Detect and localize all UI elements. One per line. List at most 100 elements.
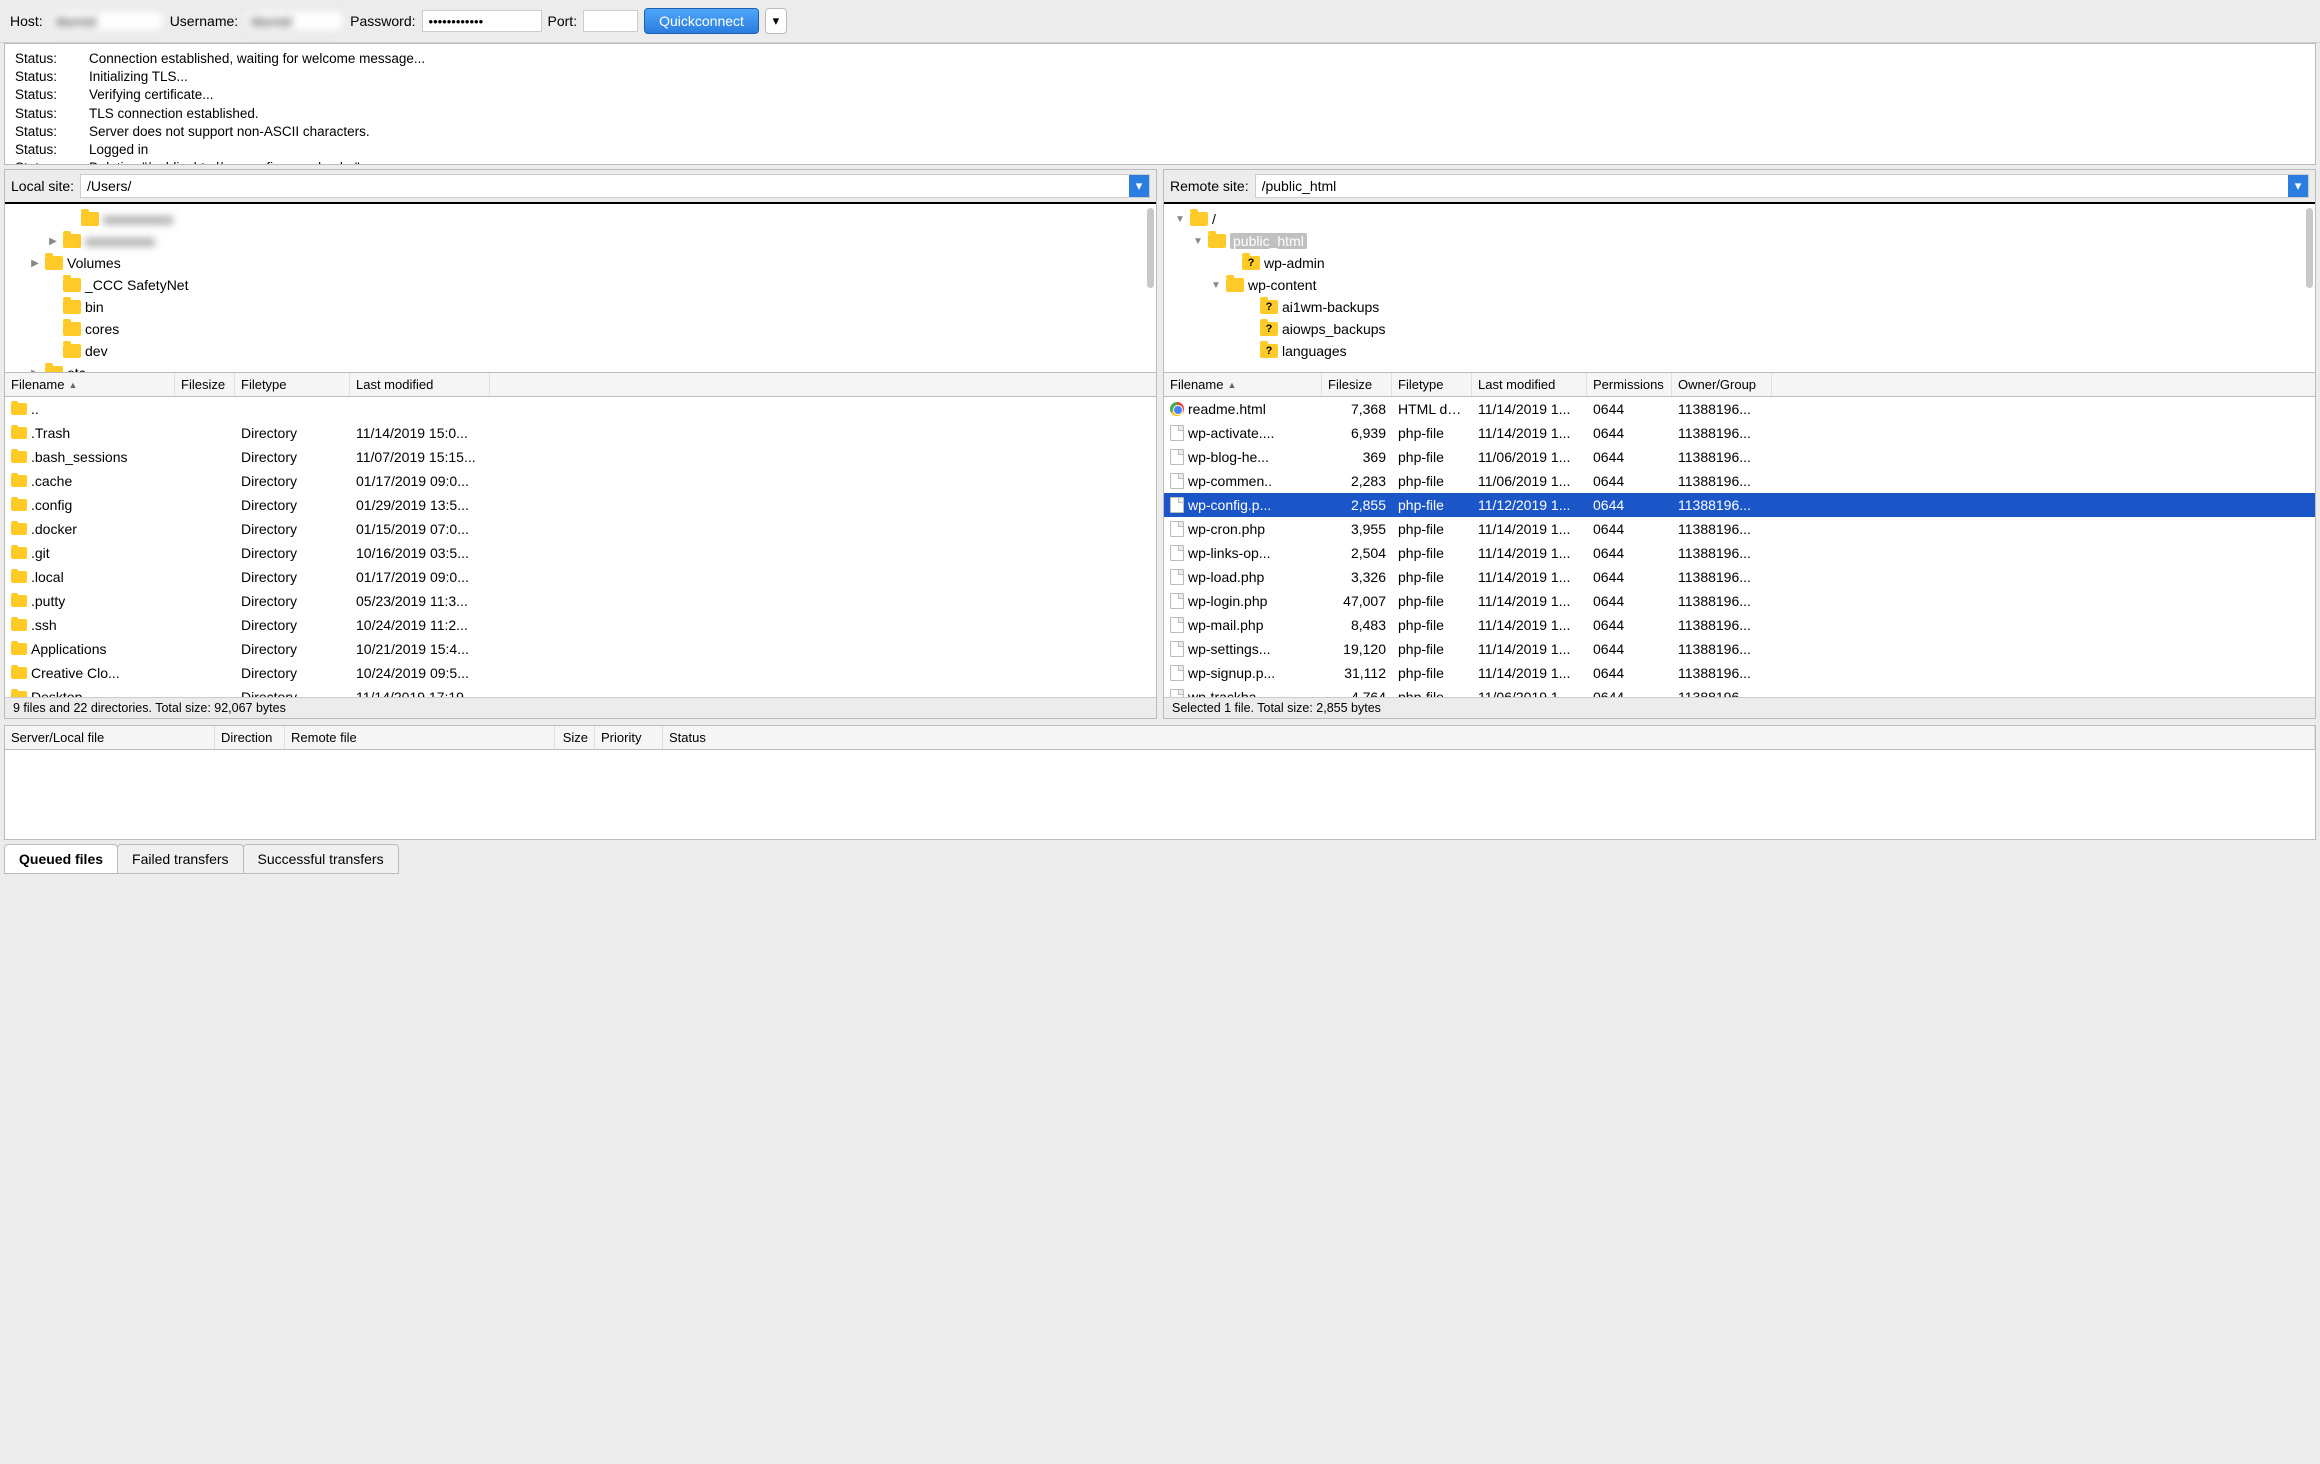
list-item[interactable]: wp-trackba...4,764php-file11/06/2019 1..…: [1164, 685, 2315, 697]
remote-path-input[interactable]: [1256, 175, 2288, 197]
list-item[interactable]: wp-blog-he...369php-file11/06/2019 1...0…: [1164, 445, 2315, 469]
list-item[interactable]: wp-signup.p...31,112php-file11/14/2019 1…: [1164, 661, 2315, 685]
disclosure-triangle-icon[interactable]: ▶: [29, 257, 41, 269]
quickconnect-dropdown[interactable]: ▾: [765, 8, 787, 34]
tree-item[interactable]: bin: [5, 296, 1156, 318]
tree-item[interactable]: ▼public_html: [1164, 230, 2315, 252]
disclosure-triangle-icon[interactable]: ▼: [1210, 279, 1222, 291]
list-item[interactable]: wp-links-op...2,504php-file11/14/2019 1.…: [1164, 541, 2315, 565]
disclosure-triangle-icon[interactable]: [1244, 301, 1256, 313]
tree-item[interactable]: ?languages: [1164, 340, 2315, 362]
queue-header-server[interactable]: Server/Local file: [5, 726, 215, 749]
list-item[interactable]: wp-login.php47,007php-file11/14/2019 1..…: [1164, 589, 2315, 613]
remote-header-permissions[interactable]: Permissions: [1587, 373, 1672, 396]
file-type: php-file: [1392, 591, 1472, 611]
local-header-filetype[interactable]: Filetype: [235, 373, 350, 396]
list-item[interactable]: ApplicationsDirectory10/21/2019 15:4...: [5, 637, 1156, 661]
disclosure-triangle-icon[interactable]: ▶: [47, 235, 59, 247]
local-tree[interactable]: xxxxxxxxxx▶xxxxxxxxxx▶Volumes_CCC Safety…: [5, 204, 1156, 372]
local-path-input[interactable]: [81, 175, 1129, 197]
local-header-filesize[interactable]: Filesize: [175, 373, 235, 396]
list-item[interactable]: wp-cron.php3,955php-file11/14/2019 1...0…: [1164, 517, 2315, 541]
local-header-filename[interactable]: Filename▲: [5, 373, 175, 396]
list-item[interactable]: .TrashDirectory11/14/2019 15:0...: [5, 421, 1156, 445]
queue-header-direction[interactable]: Direction: [215, 726, 285, 749]
local-path-dropdown[interactable]: ▾: [1129, 175, 1149, 197]
list-item[interactable]: .puttyDirectory05/23/2019 11:3...: [5, 589, 1156, 613]
remote-header-filename[interactable]: Filename▲: [1164, 373, 1322, 396]
remote-path-dropdown[interactable]: ▾: [2288, 175, 2308, 197]
disclosure-triangle-icon[interactable]: ▶: [29, 367, 41, 372]
tree-item[interactable]: dev: [5, 340, 1156, 362]
queue-header-size[interactable]: Size: [555, 726, 595, 749]
tab-failed-transfers[interactable]: Failed transfers: [117, 844, 243, 874]
list-item[interactable]: .cacheDirectory01/17/2019 09:0...: [5, 469, 1156, 493]
disclosure-triangle-icon[interactable]: [65, 213, 77, 225]
tree-item[interactable]: _CCC SafetyNet: [5, 274, 1156, 296]
remote-header-filetype[interactable]: Filetype: [1392, 373, 1472, 396]
tree-item[interactable]: ?ai1wm-backups: [1164, 296, 2315, 318]
disclosure-triangle-icon[interactable]: [1244, 323, 1256, 335]
disclosure-triangle-icon[interactable]: ▼: [1192, 235, 1204, 247]
tree-item[interactable]: cores: [5, 318, 1156, 340]
file-icon: [1170, 545, 1184, 561]
file-permissions: 0644: [1587, 615, 1672, 635]
folder-icon: [45, 366, 63, 372]
file-icon: [1170, 569, 1184, 585]
queue-header-status[interactable]: Status: [663, 726, 2315, 749]
list-item[interactable]: .sshDirectory10/24/2019 11:2...: [5, 613, 1156, 637]
list-item[interactable]: wp-settings...19,120php-file11/14/2019 1…: [1164, 637, 2315, 661]
list-item[interactable]: wp-mail.php8,483php-file11/14/2019 1...0…: [1164, 613, 2315, 637]
tree-item[interactable]: xxxxxxxxxx: [5, 208, 1156, 230]
tab-queued-files[interactable]: Queued files: [4, 844, 118, 874]
disclosure-triangle-icon[interactable]: [47, 323, 59, 335]
list-item[interactable]: readme.html7,368HTML do...11/14/2019 1..…: [1164, 397, 2315, 421]
tree-item[interactable]: ▶etc: [5, 362, 1156, 372]
list-item[interactable]: ..: [5, 397, 1156, 421]
disclosure-triangle-icon[interactable]: [47, 345, 59, 357]
remote-header-owner[interactable]: Owner/Group: [1672, 373, 1772, 396]
remote-tree[interactable]: ▼/▼public_html?wp-admin▼wp-content?ai1wm…: [1164, 204, 2315, 372]
file-owner: 11388196...: [1672, 615, 1772, 635]
list-item[interactable]: wp-config.p...2,855php-file11/12/2019 1.…: [1164, 493, 2315, 517]
tab-successful-transfers[interactable]: Successful transfers: [243, 844, 399, 874]
list-item[interactable]: .dockerDirectory01/15/2019 07:0...: [5, 517, 1156, 541]
disclosure-triangle-icon[interactable]: [1244, 345, 1256, 357]
tree-item[interactable]: ▼/: [1164, 208, 2315, 230]
quickconnect-button[interactable]: Quickconnect: [644, 8, 759, 34]
tree-item[interactable]: ?aiowps_backups: [1164, 318, 2315, 340]
list-item[interactable]: Creative Clo...Directory10/24/2019 09:5.…: [5, 661, 1156, 685]
password-input[interactable]: [422, 10, 542, 32]
queue-header-priority[interactable]: Priority: [595, 726, 663, 749]
disclosure-triangle-icon[interactable]: [1226, 257, 1238, 269]
list-item[interactable]: .configDirectory01/29/2019 13:5...: [5, 493, 1156, 517]
list-item[interactable]: DesktopDirectory11/14/2019 17:19...: [5, 685, 1156, 697]
scrollbar[interactable]: [2306, 208, 2313, 288]
tree-item[interactable]: ▼wp-content: [1164, 274, 2315, 296]
tree-item[interactable]: ?wp-admin: [1164, 252, 2315, 274]
list-item[interactable]: .localDirectory01/17/2019 09:0...: [5, 565, 1156, 589]
local-site-label: Local site:: [11, 178, 74, 194]
list-item[interactable]: wp-commen..2,283php-file11/06/2019 1...0…: [1164, 469, 2315, 493]
file-size: [175, 599, 235, 603]
tree-item[interactable]: ▶xxxxxxxxxx: [5, 230, 1156, 252]
list-item[interactable]: .bash_sessionsDirectory11/07/2019 15:15.…: [5, 445, 1156, 469]
tree-item[interactable]: ▶Volumes: [5, 252, 1156, 274]
host-input[interactable]: [49, 10, 164, 32]
queue-header-remote[interactable]: Remote file: [285, 726, 555, 749]
port-input[interactable]: [583, 10, 638, 32]
scrollbar[interactable]: [1147, 208, 1154, 288]
list-item[interactable]: wp-load.php3,326php-file11/14/2019 1...0…: [1164, 565, 2315, 589]
queue-list[interactable]: [4, 750, 2316, 840]
disclosure-triangle-icon[interactable]: [47, 301, 59, 313]
remote-header-filesize[interactable]: Filesize: [1322, 373, 1392, 396]
remote-header-modified[interactable]: Last modified: [1472, 373, 1587, 396]
username-input[interactable]: [244, 10, 344, 32]
local-file-list[interactable]: ...TrashDirectory11/14/2019 15:0....bash…: [5, 397, 1156, 697]
list-item[interactable]: wp-activate....6,939php-file11/14/2019 1…: [1164, 421, 2315, 445]
remote-file-list[interactable]: readme.html7,368HTML do...11/14/2019 1..…: [1164, 397, 2315, 697]
local-header-modified[interactable]: Last modified: [350, 373, 490, 396]
disclosure-triangle-icon[interactable]: ▼: [1174, 213, 1186, 225]
disclosure-triangle-icon[interactable]: [47, 279, 59, 291]
list-item[interactable]: .gitDirectory10/16/2019 03:5...: [5, 541, 1156, 565]
